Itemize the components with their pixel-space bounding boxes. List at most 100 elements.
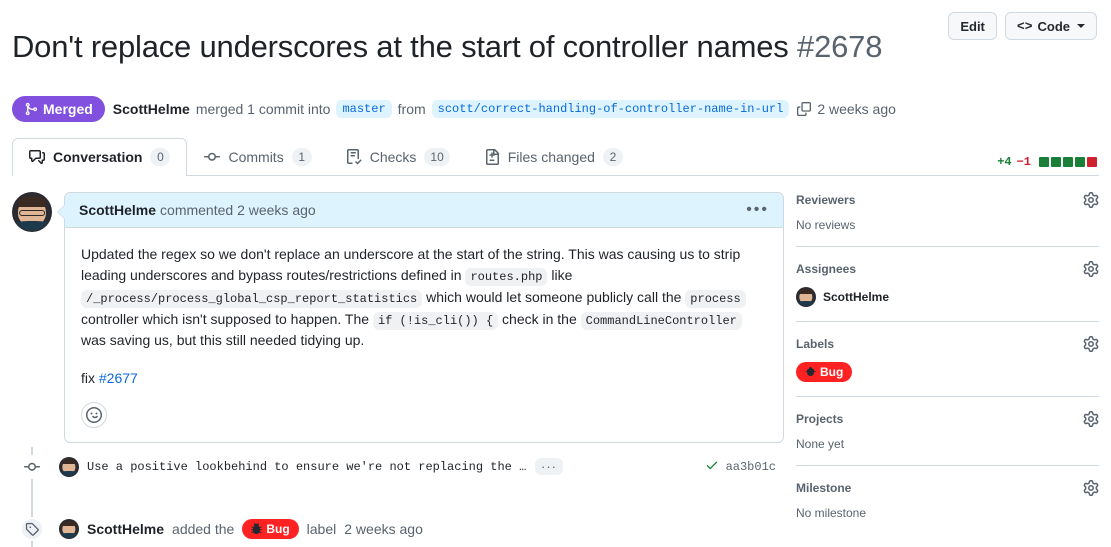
conversation-column: ScottHelme commented 2 weeks ago ••• Upd…: [12, 191, 784, 547]
copy-glyph: [797, 101, 812, 116]
avatar: [796, 286, 816, 307]
from-text: from: [397, 100, 426, 117]
tab-checks[interactable]: Checks 10: [329, 138, 467, 176]
diff-block-add-2: [1051, 156, 1061, 167]
avatar[interactable]: [59, 518, 79, 539]
comment-text-f: was saving us, but this still needed tid…: [81, 332, 365, 349]
diff-stat: +4 −1: [997, 155, 1097, 169]
comment-text-a: Updated the regex so we don't replace an…: [81, 245, 741, 284]
avatar[interactable]: [12, 191, 52, 232]
code-routes-php: routes.php: [465, 268, 548, 287]
edit-button[interactable]: Edit: [948, 12, 997, 40]
sidebar-reviewers-title: Reviewers: [796, 192, 856, 207]
status-badge-label: Merged: [43, 100, 93, 117]
comment-header: ScottHelme commented 2 weeks ago •••: [65, 192, 783, 228]
diff-block-del-1: [1087, 156, 1097, 167]
comment-text-e: check in the: [498, 310, 581, 327]
tab-conversation[interactable]: Conversation 0: [12, 137, 188, 176]
comment-text-d: controller which isn't supposed to happe…: [81, 310, 373, 327]
comment-discussion-icon: [29, 149, 45, 165]
head-branch[interactable]: scott/correct-handling-of-controller-nam…: [431, 99, 790, 118]
sidebar-labels-title: Labels: [796, 336, 835, 351]
check-success-icon[interactable]: [705, 458, 719, 476]
base-branch[interactable]: master: [336, 99, 392, 118]
diff-blocks: [1039, 156, 1097, 167]
copy-icon[interactable]: [797, 101, 812, 116]
issue-link-2677[interactable]: #2677: [99, 370, 138, 386]
commit-sha[interactable]: aa3b01c: [726, 460, 776, 474]
merged-text: merged 1 commit into: [195, 100, 331, 117]
kebab-menu-icon[interactable]: •••: [746, 201, 769, 217]
comment-time: 2 weeks ago: [237, 201, 316, 218]
avatar[interactable]: [59, 456, 79, 477]
tab-files-changed-count: 2: [602, 147, 623, 166]
sidebar-assignee[interactable]: ScottHelme: [796, 286, 1099, 307]
status-badge: Merged: [12, 95, 105, 122]
add-reaction-button[interactable]: [81, 401, 107, 428]
sidebar-section-milestone: Milestone No milestone: [796, 465, 1099, 534]
comment-text-b: like: [547, 267, 573, 284]
diff-additions: +4: [997, 154, 1012, 169]
tab-files-changed-label: Files changed: [507, 148, 595, 165]
sidebar-label-bug[interactable]: Bug: [796, 361, 853, 382]
avatar-body: [14, 220, 50, 231]
pr-number: #2678: [797, 28, 883, 64]
timeline-label-content: ScottHelme added the Bug label 2 weeks a…: [59, 518, 784, 539]
tab-commits-label: Commits: [228, 148, 284, 165]
pr-sidebar: Reviewers No reviews Assignees ScottHelm…: [784, 191, 1099, 547]
comment-row: ScottHelme commented 2 weeks ago ••• Upd…: [12, 191, 784, 443]
comment-paragraph-2: fix #2677: [81, 368, 767, 390]
pr-tabs-wrap: Conversation 0 Commits 1 Checks 10 Files…: [0, 137, 1111, 176]
bug-icon: [251, 523, 263, 535]
gear-icon[interactable]: [1083, 335, 1099, 352]
bug-icon: [805, 366, 816, 377]
code-button[interactable]: <> Code: [1004, 12, 1097, 40]
label-badge-bug[interactable]: Bug: [242, 518, 299, 539]
pr-tabs: Conversation 0 Commits 1 Checks 10 Files…: [12, 137, 1099, 176]
comment-author[interactable]: ScottHelme: [79, 202, 156, 218]
gear-icon[interactable]: [1083, 191, 1099, 208]
gear-icon[interactable]: [1083, 260, 1099, 277]
merge-author[interactable]: ScottHelme: [113, 101, 190, 117]
git-commit-icon: [204, 149, 221, 165]
sidebar-labels-header: Labels: [796, 335, 1099, 352]
label-event-time: 2 weeks ago: [344, 520, 423, 537]
tab-checks-count: 10: [424, 147, 450, 166]
avatar-body: [60, 470, 78, 476]
avatar-hair: [17, 195, 47, 207]
sidebar-reviewers-empty: No reviews: [796, 217, 856, 232]
comment-text-c: which would let someone publicly call th…: [422, 288, 686, 305]
code-command-line-controller: CommandLineController: [580, 311, 742, 330]
label-badge-text: Bug: [266, 521, 290, 536]
tab-conversation-count: 0: [150, 147, 171, 166]
tab-files-changed[interactable]: Files changed 2: [467, 138, 640, 176]
sidebar-reviewers-header: Reviewers: [796, 191, 1099, 208]
sidebar-section-labels: Labels Bug: [796, 320, 1099, 397]
commit-message[interactable]: Use a positive lookbehind to ensure we'r…: [87, 460, 527, 474]
label-event-added-text: added the: [172, 520, 235, 537]
timeline: Use a positive lookbehind to ensure we'r…: [20, 446, 784, 547]
tag-badge-icon: [20, 516, 44, 541]
commit-message-expand-button[interactable]: ···: [535, 458, 563, 476]
gear-icon[interactable]: [1083, 480, 1099, 497]
avatar-body: [797, 300, 815, 306]
pr-title-text: Don't replace underscores at the start o…: [12, 28, 789, 64]
sidebar-projects-header: Projects: [796, 411, 1099, 428]
comment-paragraph-1: Updated the regex so we don't replace an…: [81, 244, 767, 352]
sidebar-milestone-header: Milestone: [796, 480, 1099, 497]
chevron-down-icon: [1077, 24, 1085, 28]
tab-commits[interactable]: Commits 1: [187, 138, 328, 176]
smiley-icon: [86, 406, 102, 423]
gear-icon[interactable]: [1083, 411, 1099, 428]
sidebar-assignees-title: Assignees: [796, 261, 857, 276]
label-event-actor[interactable]: ScottHelme: [87, 521, 164, 537]
code-process-path: /_process/process_global_csp_report_stat…: [81, 289, 423, 308]
diff-block-add-3: [1063, 156, 1073, 167]
code-button-label: Code: [1037, 18, 1071, 34]
sidebar-assignees-header: Assignees: [796, 260, 1099, 277]
code-brackets-icon: <>: [1016, 18, 1033, 34]
avatar-glasses: [19, 209, 45, 216]
sidebar-milestone-empty: No milestone: [796, 506, 867, 521]
tab-conversation-label: Conversation: [53, 148, 143, 165]
commit-sha-group: aa3b01c: [705, 458, 784, 476]
